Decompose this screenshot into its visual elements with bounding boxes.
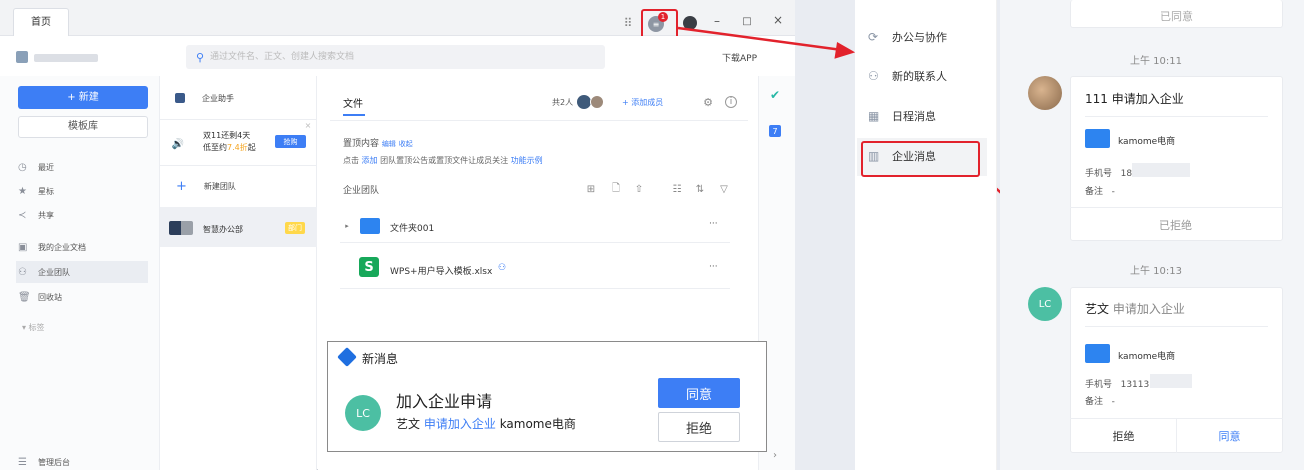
phone-blur xyxy=(1132,163,1190,177)
phone-blur xyxy=(1150,374,1192,388)
avatar xyxy=(1028,76,1062,110)
status-text: 已同意 xyxy=(1160,10,1193,23)
calendar-icon: ▦ xyxy=(868,109,880,123)
nav-schedule[interactable]: ▦ 日程消息 xyxy=(868,106,936,126)
applicant-name: 艺文 xyxy=(1085,302,1110,316)
company-folder-icon xyxy=(1085,344,1110,363)
cooperation-icon: ⟳ xyxy=(868,30,879,44)
timestamp: 上午 10:13 xyxy=(1130,266,1182,277)
card-reject-button[interactable]: 拒绝 xyxy=(1071,419,1176,452)
nav-label: 日程消息 xyxy=(892,110,936,123)
divider xyxy=(1085,116,1268,117)
contacts-icon: ⚇ xyxy=(868,69,879,83)
note-row: 备注 - xyxy=(1085,394,1115,407)
nav-new-contacts[interactable]: ⚇ 新的联系人 xyxy=(868,66,947,86)
nav-label: 新的联系人 xyxy=(892,70,947,83)
arrow-head xyxy=(834,42,856,59)
note-label: 备注 xyxy=(1085,187,1104,197)
nav-label: 办公与协作 xyxy=(892,31,947,44)
company-name: kamome电商 xyxy=(1118,137,1176,147)
arrow-line xyxy=(677,26,843,52)
company-folder-icon xyxy=(1085,129,1110,148)
request-title: 111 申请加入企业 xyxy=(1085,92,1184,106)
nav-cooperation[interactable]: ⟳ 办公与协作 xyxy=(868,27,947,47)
request-title: 艺文 申请加入企业 xyxy=(1085,300,1185,317)
status-rejected: 已拒绝 xyxy=(1159,219,1192,232)
phone-row: 手机号 185 xyxy=(1085,166,1138,179)
applicant-avatar: LC xyxy=(1028,287,1062,321)
phone-row: 手机号 13113 xyxy=(1085,377,1149,390)
note-label: 备注 xyxy=(1085,397,1104,407)
divider xyxy=(1085,326,1268,327)
company-name: kamome电商 xyxy=(1118,352,1176,362)
applicant-action: 申请加入企业 xyxy=(1109,302,1185,316)
enterprise-highlight-box xyxy=(861,141,980,177)
note-row: 备注 - xyxy=(1085,184,1115,197)
timestamp: 上午 10:11 xyxy=(1130,56,1182,67)
note-value: - xyxy=(1111,397,1115,407)
phone-label: 手机号 xyxy=(1085,169,1113,179)
phone-label: 手机号 xyxy=(1085,380,1113,390)
phone-value: 13113 xyxy=(1120,380,1150,390)
divider xyxy=(1070,207,1283,208)
note-value: - xyxy=(1111,187,1115,197)
card-agree-button[interactable]: 同意 xyxy=(1177,419,1282,452)
